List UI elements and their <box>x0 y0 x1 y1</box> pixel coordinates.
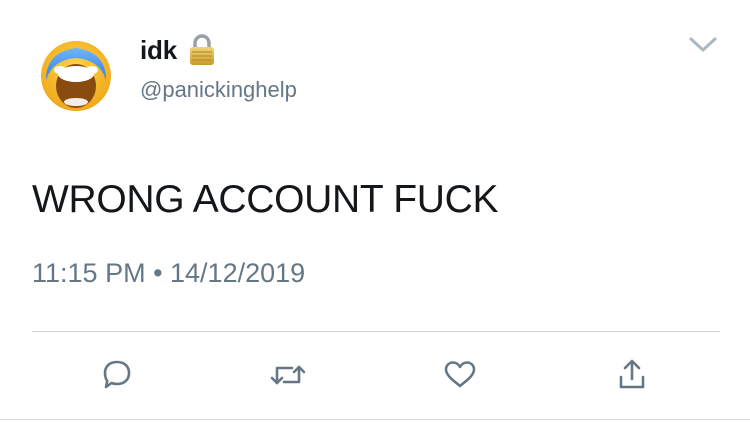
lock-icon <box>187 33 217 67</box>
share-icon <box>619 359 645 389</box>
reply-icon <box>103 360 131 389</box>
tweet-card: idk @panickinghelp WRONG ACCOUNT FUCK 11… <box>0 0 750 422</box>
user-handle[interactable]: @panickinghelp <box>140 77 297 103</box>
share-button[interactable] <box>610 355 654 395</box>
avatar[interactable] <box>40 40 112 112</box>
name-row: idk <box>140 30 217 70</box>
like-button[interactable] <box>438 355 482 395</box>
retweet-icon <box>270 365 306 385</box>
tweet-menu-button[interactable] <box>683 30 723 60</box>
avatar-emoji-icon <box>41 41 111 111</box>
retweet-button[interactable] <box>266 355 310 395</box>
tweet-timestamp[interactable]: 11:15 PM • 14/12/2019 <box>32 258 305 289</box>
reply-button[interactable] <box>95 355 139 395</box>
heart-icon <box>444 361 476 388</box>
divider <box>32 331 720 332</box>
tweet-text: WRONG ACCOUNT FUCK <box>32 178 499 221</box>
chevron-down-icon <box>689 37 717 52</box>
display-name[interactable]: idk <box>140 35 177 66</box>
bottom-divider <box>0 419 750 420</box>
